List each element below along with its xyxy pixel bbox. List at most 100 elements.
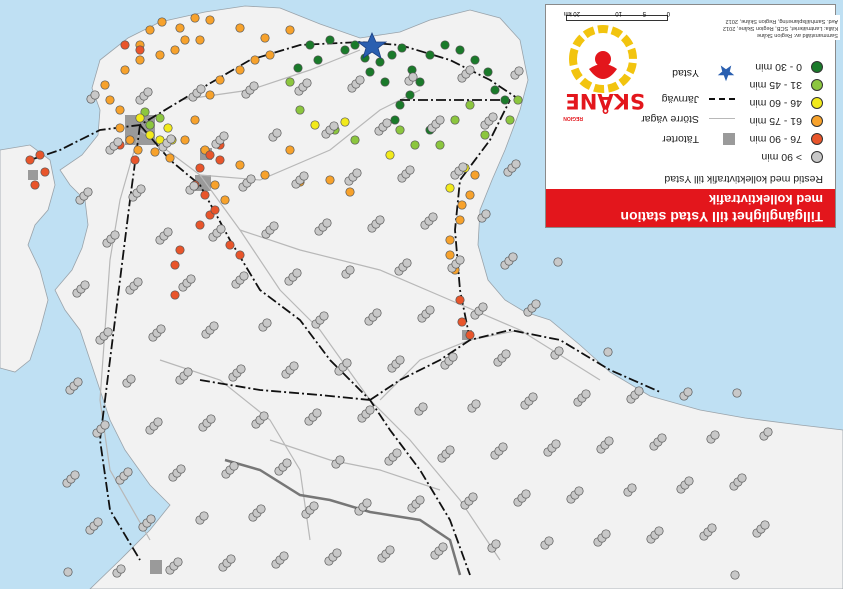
station-dot bbox=[415, 77, 425, 87]
station-dot bbox=[256, 504, 266, 514]
scale-label-20: 20 km bbox=[563, 10, 580, 16]
station-dot bbox=[408, 72, 418, 82]
station-dot bbox=[410, 140, 420, 150]
station-dot bbox=[375, 57, 385, 67]
legend-subtitle: Restid med kollektivtrafik till Ystad bbox=[664, 173, 823, 185]
station-dot bbox=[176, 464, 186, 474]
station-dot bbox=[471, 399, 481, 409]
station-dot bbox=[310, 120, 320, 130]
station-dot bbox=[760, 520, 770, 530]
station-dot bbox=[100, 420, 110, 430]
legend-label: 61 - 75 min bbox=[749, 115, 802, 127]
station-dot bbox=[35, 150, 45, 160]
station-dot bbox=[355, 75, 365, 85]
station-dot bbox=[235, 160, 245, 170]
station-dot bbox=[135, 45, 145, 55]
station-dot bbox=[340, 45, 350, 55]
station-dot bbox=[445, 235, 455, 245]
station-dot bbox=[581, 389, 591, 399]
station-dot bbox=[455, 255, 465, 265]
legend-label: 46 - 60 min bbox=[749, 97, 802, 109]
credit-line: Avd. Samhällsplanering, Region Skåne, 20… bbox=[725, 18, 838, 24]
station-dot bbox=[155, 113, 165, 123]
station-dot bbox=[340, 117, 350, 127]
station-dot bbox=[145, 130, 155, 140]
station-dot bbox=[285, 145, 295, 155]
station-dot bbox=[395, 100, 405, 110]
station-dot bbox=[206, 414, 216, 424]
scale-bar: 0 5 10 20 km bbox=[556, 8, 676, 24]
station-dot bbox=[457, 317, 467, 327]
credit-line: Sammanställd av: Region Skåne bbox=[756, 32, 838, 38]
station-dot bbox=[133, 277, 143, 287]
station-dot bbox=[80, 280, 90, 290]
station-dot bbox=[165, 153, 175, 163]
station-dot bbox=[498, 442, 508, 452]
station-dot bbox=[455, 295, 465, 305]
station-dot bbox=[195, 220, 205, 230]
station-dot bbox=[350, 135, 360, 145]
station-dot bbox=[683, 387, 693, 397]
station-dot bbox=[604, 436, 614, 446]
station-dot bbox=[113, 137, 123, 147]
station-dot bbox=[173, 557, 183, 567]
station-dot bbox=[732, 388, 742, 398]
station-dot bbox=[189, 181, 199, 191]
station-dot bbox=[110, 230, 120, 240]
station-dot bbox=[249, 81, 259, 91]
station-dot bbox=[210, 180, 220, 190]
station-dot bbox=[528, 392, 538, 402]
legend-dot-yellow bbox=[811, 97, 823, 109]
station-dot bbox=[684, 476, 694, 486]
station-dot bbox=[352, 168, 362, 178]
station-dot bbox=[710, 430, 720, 440]
legend-dot-darkgreen bbox=[811, 61, 823, 73]
station-dot bbox=[435, 140, 445, 150]
station-dot bbox=[332, 548, 342, 558]
station-dot bbox=[236, 364, 246, 374]
legend-item-1: 76 - 90 min bbox=[749, 131, 823, 147]
station-dot bbox=[260, 33, 270, 43]
station-dot bbox=[392, 448, 402, 458]
station-dot bbox=[180, 35, 190, 45]
station-dot bbox=[260, 170, 270, 180]
station-dot bbox=[292, 268, 302, 278]
station-dot bbox=[345, 187, 355, 197]
station-dot bbox=[574, 486, 584, 496]
station-dot bbox=[345, 265, 355, 275]
station-dot bbox=[133, 145, 143, 155]
station-dot bbox=[372, 308, 382, 318]
station-dot bbox=[215, 155, 225, 165]
station-dot bbox=[551, 439, 561, 449]
station-dot bbox=[136, 184, 146, 194]
station-dot bbox=[145, 120, 155, 130]
star-icon bbox=[707, 65, 735, 82]
credits-block: Sammanställd av: Region Skåne Källa: Lan… bbox=[690, 4, 840, 40]
station-dot bbox=[395, 125, 405, 135]
station-dot bbox=[163, 227, 173, 237]
station-dot bbox=[269, 221, 279, 231]
legend-item-2: 61 - 75 min bbox=[749, 113, 823, 129]
station-dot bbox=[145, 25, 155, 35]
station-dot bbox=[490, 85, 500, 95]
scale-label-0: 0 bbox=[666, 10, 670, 16]
station-dot bbox=[195, 35, 205, 45]
station-dot bbox=[488, 112, 498, 122]
station-dot bbox=[385, 150, 395, 160]
station-dot bbox=[445, 445, 455, 455]
station-dot bbox=[458, 162, 468, 172]
station-dot bbox=[155, 50, 165, 60]
station-dot bbox=[483, 67, 493, 77]
station-dot bbox=[250, 55, 260, 65]
station-dot bbox=[199, 511, 209, 521]
station-dot bbox=[455, 215, 465, 225]
station-dot bbox=[505, 115, 515, 125]
station-dot bbox=[325, 35, 335, 45]
station-dot bbox=[235, 23, 245, 33]
station-dot bbox=[478, 302, 488, 312]
station-dot bbox=[302, 78, 312, 88]
station-dot bbox=[235, 65, 245, 75]
legend-dot-orange bbox=[811, 115, 823, 127]
legend-item-3: 46 - 60 min bbox=[749, 95, 823, 111]
station-dot bbox=[405, 165, 415, 175]
